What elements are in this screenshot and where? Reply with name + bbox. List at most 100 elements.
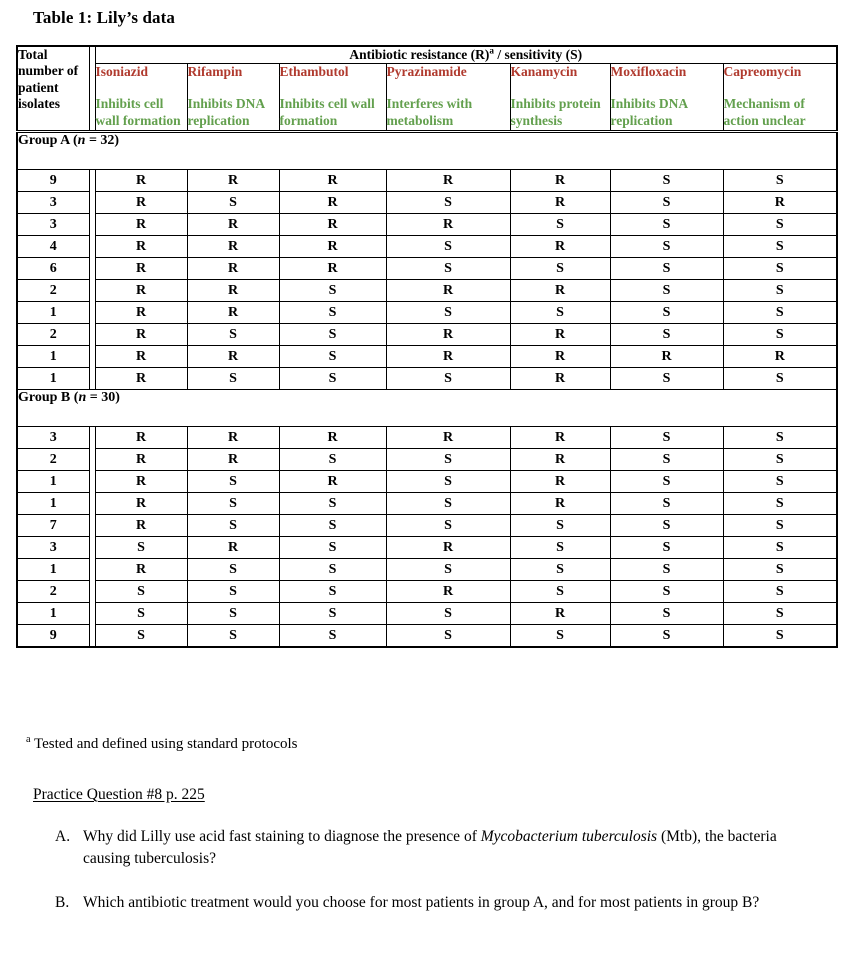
resistance-cell: R <box>278 212 387 236</box>
resistance-cell: R <box>94 212 188 236</box>
header-column-moxifloxacin: Moxifloxacin Inhibits DNA replication <box>609 63 724 132</box>
resistance-cell: S <box>609 491 724 515</box>
resistance-cell: S <box>278 366 387 390</box>
resistance-cell: R <box>186 256 280 280</box>
resistance-cell: R <box>94 300 188 324</box>
resistance-cell: S <box>509 623 611 648</box>
resistance-cell: S <box>278 300 387 324</box>
resistance-cell: S <box>722 322 838 346</box>
resistance-cell: S <box>609 579 724 603</box>
group-banner-row: Group A (n = 32) <box>16 129 838 170</box>
table-row: 2SSSRSSS <box>16 579 838 603</box>
resistance-cell: R <box>509 168 611 192</box>
resistance-cell: R <box>186 168 280 192</box>
table-row: 2RSSRRSS <box>16 322 838 346</box>
drug-name-label: Rifampin <box>187 64 243 79</box>
resistance-cell: S <box>722 300 838 324</box>
question-list: A. Why did Lilly use acid fast staining t… <box>55 826 815 936</box>
resistance-cell: R <box>94 168 188 192</box>
drug-name-label: Moxifloxacin <box>610 64 687 79</box>
resistance-cell: R <box>509 601 611 625</box>
resistance-cell: S <box>186 623 280 648</box>
header-column-isoniazid: Isoniazid Inhibits cell wall formation <box>94 63 188 132</box>
resistance-cell: S <box>509 256 611 280</box>
header-column-rifampin: Rifampin Inhibits DNA replication <box>186 63 280 132</box>
resistance-cell: R <box>94 425 188 449</box>
table-row: 9RRRRRSS <box>16 168 838 192</box>
resistance-cell: S <box>278 535 387 559</box>
resistance-cell: R <box>94 557 188 581</box>
resistance-cell: R <box>509 469 611 493</box>
resistance-cell: S <box>278 322 387 346</box>
table-row: 1RRSSSSS <box>16 300 838 324</box>
resistance-cell: S <box>722 278 838 302</box>
resistance-cell: S <box>385 469 511 493</box>
resistance-cell: R <box>509 425 611 449</box>
drug-mechanism-label: Interferes with metabolism <box>386 96 473 129</box>
table-row: 1RSSSRSS <box>16 366 838 390</box>
drug-mechanism-label: Inhibits DNA replication <box>187 96 265 129</box>
isolate-count-cell: 2 <box>16 447 90 471</box>
resistance-cell: S <box>278 601 387 625</box>
document-page: Table 1: Lily’s data Total number of pat… <box>0 0 854 956</box>
resistance-cell: S <box>722 168 838 192</box>
resistance-cell: S <box>722 212 838 236</box>
resistance-cell: S <box>186 579 280 603</box>
table-row: 1RSRSRSS <box>16 469 838 493</box>
question-marker: B. <box>55 894 70 911</box>
resistance-cell: S <box>94 623 188 648</box>
question-item: A. Why did Lilly use acid fast staining t… <box>55 826 815 870</box>
resistance-cell: S <box>385 513 511 537</box>
resistance-cell: R <box>94 366 188 390</box>
resistance-cell: R <box>94 469 188 493</box>
resistance-cell: R <box>385 425 511 449</box>
isolate-count-cell: 2 <box>16 322 90 346</box>
resistance-cell: R <box>509 447 611 471</box>
resistance-cell: S <box>609 278 724 302</box>
resistance-cell: S <box>722 601 838 625</box>
question-text: Which antibiotic treatment would you cho… <box>83 894 760 911</box>
resistance-cell: S <box>722 256 838 280</box>
resistance-cell: R <box>94 491 188 515</box>
drug-mechanism-label: Inhibits cell wall formation <box>95 96 181 129</box>
italic-species-name: Mycobacterium tuberculosis <box>480 828 658 845</box>
resistance-cell: S <box>609 535 724 559</box>
resistance-cell: S <box>609 256 724 280</box>
resistance-cell: S <box>609 425 724 449</box>
resistance-cell: S <box>609 322 724 346</box>
resistance-cell: R <box>609 344 724 368</box>
resistance-cell: R <box>509 234 611 258</box>
resistance-cell: S <box>94 579 188 603</box>
drug-name-label: Ethambutol <box>279 64 349 79</box>
resistance-cell: S <box>186 513 280 537</box>
resistance-cell: S <box>722 557 838 581</box>
resistance-cell: R <box>94 234 188 258</box>
resistance-cell: R <box>94 256 188 280</box>
resistance-cell: S <box>278 344 387 368</box>
resistance-cell: R <box>278 168 387 192</box>
resistance-cell: S <box>609 234 724 258</box>
isolate-count-cell: 9 <box>16 623 90 648</box>
resistance-cell: S <box>609 469 724 493</box>
table-row: 1RSSSRSS <box>16 491 838 515</box>
resistance-cell: R <box>509 344 611 368</box>
isolate-count-cell: 9 <box>16 168 90 192</box>
resistance-cell: S <box>385 623 511 648</box>
question-marker: A. <box>55 828 71 845</box>
resistance-cell: S <box>278 447 387 471</box>
resistance-cell: S <box>609 601 724 625</box>
resistance-cell: R <box>278 234 387 258</box>
resistance-cell: R <box>385 168 511 192</box>
drug-name-label: Kanamycin <box>510 64 578 79</box>
resistance-cell: R <box>186 212 280 236</box>
resistance-cell: S <box>609 300 724 324</box>
isolate-count-cell: 2 <box>16 278 90 302</box>
resistance-cell: S <box>609 212 724 236</box>
table-row: 1SSSSRSS <box>16 601 838 625</box>
resistance-cell: S <box>278 557 387 581</box>
isolate-count-cell: 3 <box>16 535 90 559</box>
resistance-cell: S <box>186 557 280 581</box>
resistance-cell: S <box>722 513 838 537</box>
table-row: 3RRRRSSS <box>16 212 838 236</box>
resistance-cell: R <box>385 212 511 236</box>
